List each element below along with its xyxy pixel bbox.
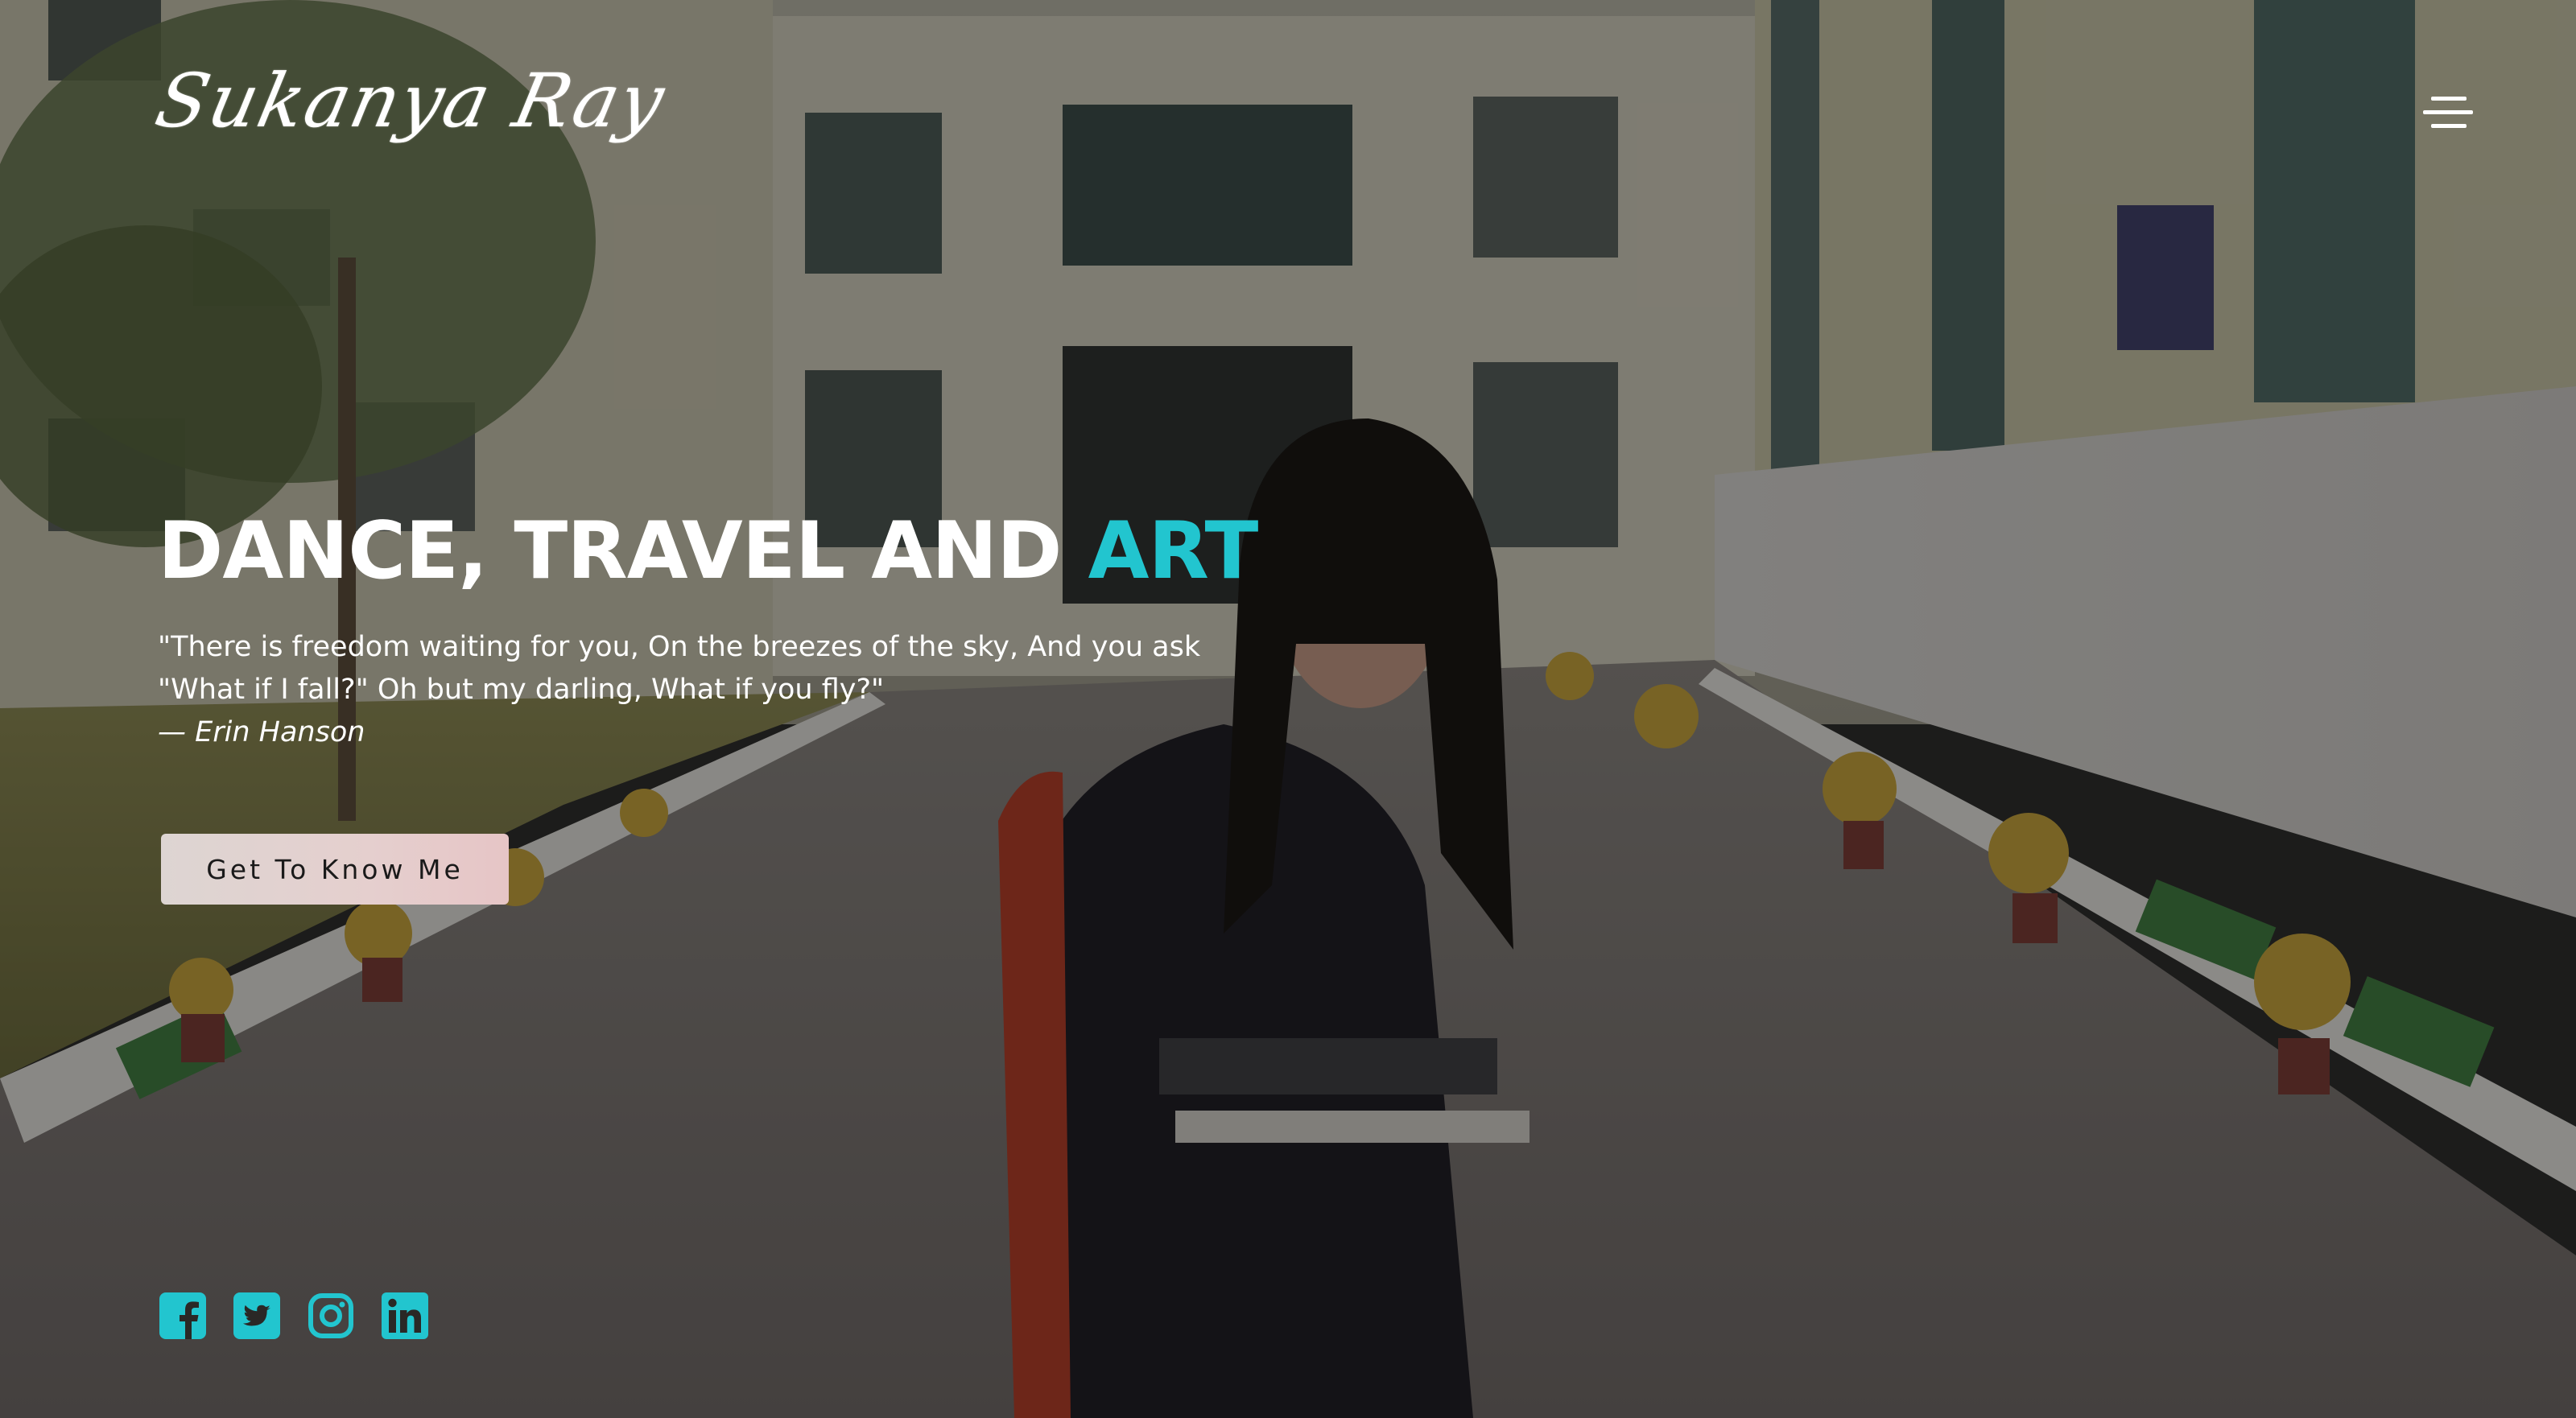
twitter-icon xyxy=(233,1292,280,1339)
menu-line xyxy=(2431,124,2467,128)
instagram-icon xyxy=(308,1293,353,1338)
headline-main: DANCE, TRAVEL AND xyxy=(158,505,1088,597)
hamburger-menu-icon[interactable] xyxy=(2423,90,2481,135)
headline-accent: ART xyxy=(1088,505,1259,597)
quote-line: "What if I fall?" Oh but my darling, Wha… xyxy=(158,674,885,706)
hero-section: Sukanya Ray DANCE, TRAVEL AND ART "There… xyxy=(0,0,2576,1418)
menu-line xyxy=(2423,110,2473,114)
quote-line: "There is freedom waiting for you, On th… xyxy=(158,631,1201,663)
linkedin-link[interactable] xyxy=(382,1292,428,1339)
twitter-link[interactable] xyxy=(233,1292,280,1339)
facebook-link[interactable] xyxy=(159,1292,206,1339)
linkedin-icon xyxy=(382,1292,428,1339)
hero-headline: DANCE, TRAVEL AND ART xyxy=(158,505,1259,597)
social-links xyxy=(159,1292,428,1339)
facebook-icon xyxy=(159,1292,206,1339)
quote-author: — Erin Hanson xyxy=(158,716,365,748)
site-logo[interactable]: Sukanya Ray xyxy=(149,58,673,144)
instagram-link[interactable] xyxy=(308,1292,354,1339)
get-to-know-me-button[interactable]: Get To Know Me xyxy=(161,834,509,905)
menu-line xyxy=(2431,97,2467,101)
hero-quote: "There is freedom waiting for you, On th… xyxy=(158,626,1285,754)
